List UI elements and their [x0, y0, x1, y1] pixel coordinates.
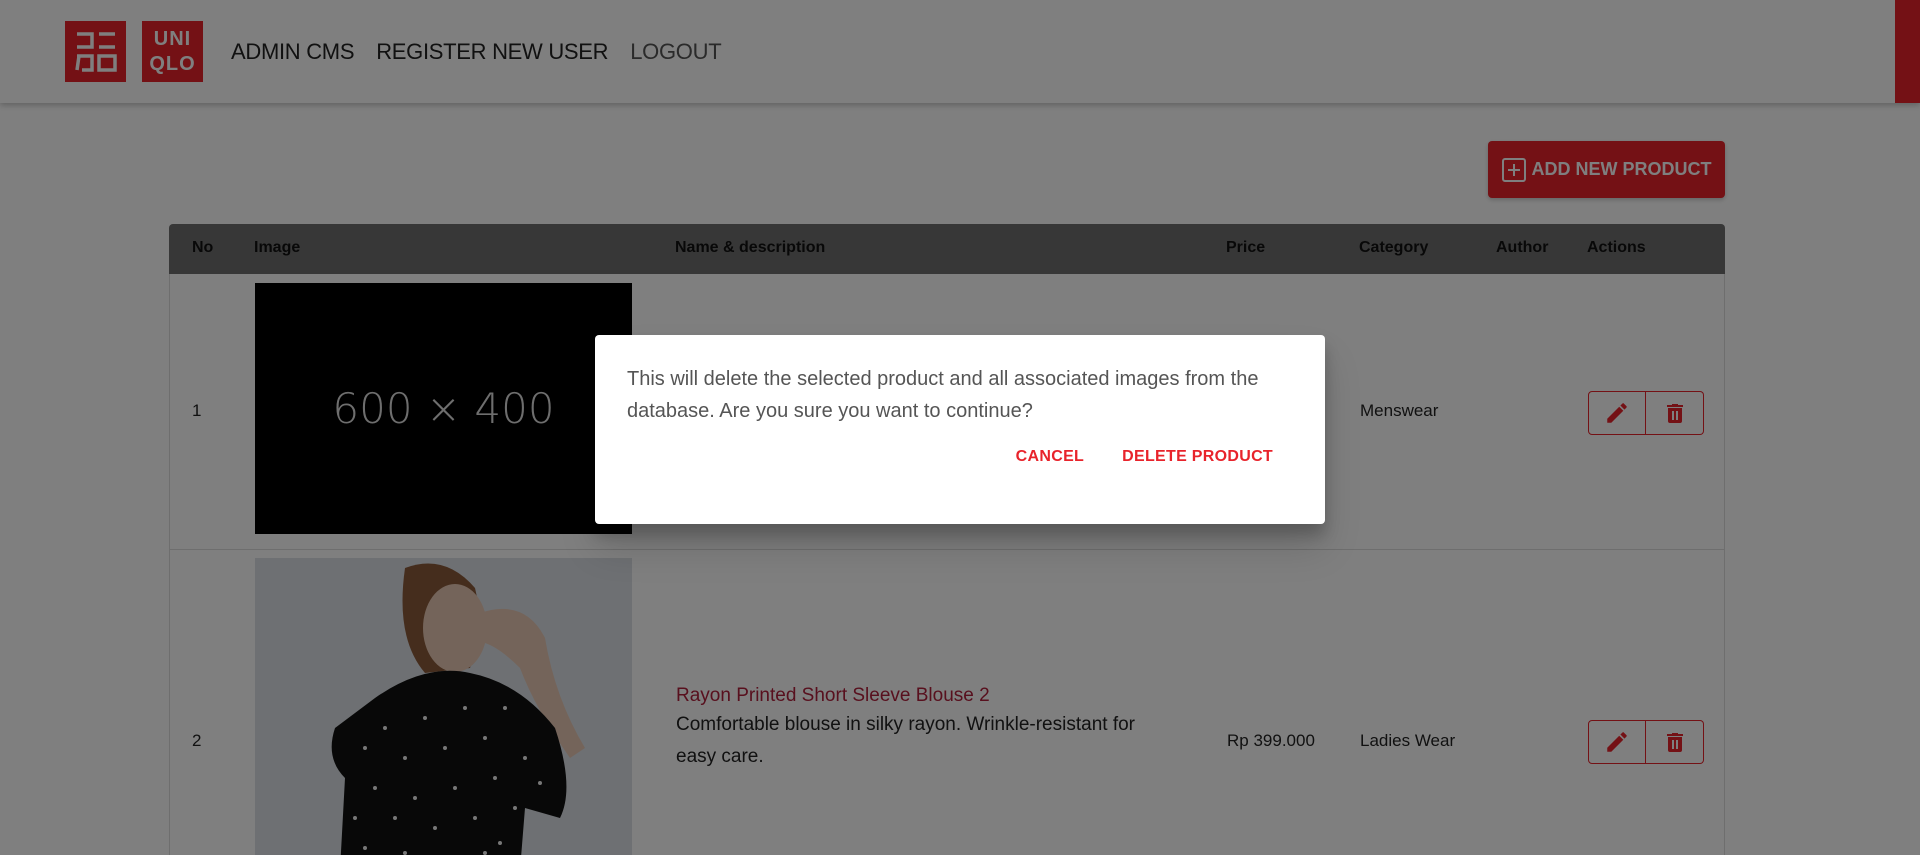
delete-product-button[interactable]: DELETE PRODUCT — [1122, 448, 1273, 466]
dialog-actions: CANCEL DELETE PRODUCT — [1016, 448, 1273, 466]
cancel-button[interactable]: CANCEL — [1016, 448, 1084, 466]
dialog-message: This will delete the selected product an… — [627, 368, 1259, 422]
delete-confirm-dialog: This will delete the selected product an… — [595, 335, 1325, 524]
